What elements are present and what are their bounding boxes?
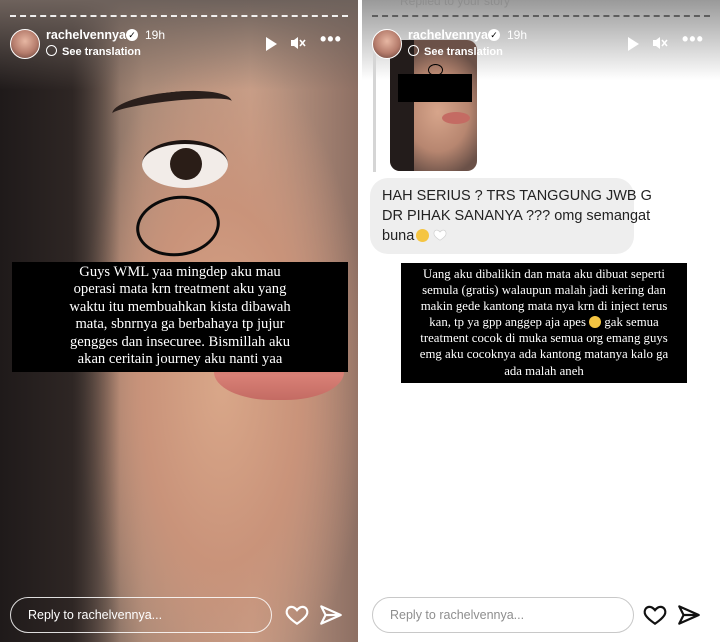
mute-icon[interactable] [290, 35, 306, 55]
story-timestamp: 19h [145, 28, 166, 42]
caption-line: operasi mata krn treatment aku yang [73, 281, 287, 298]
caption-line: ada malah aneh [504, 363, 584, 378]
caption-text: kan, tp ya gpp anggep aja apes [429, 315, 586, 330]
story-timestamp: 19h [507, 28, 528, 42]
avatar[interactable] [372, 29, 402, 59]
caption-line: waktu itu membuahkan kista dibawah [69, 298, 291, 315]
photo-iris [170, 148, 202, 180]
play-icon[interactable] [266, 37, 277, 51]
story-panel-right: Replied to your story rachelvennya ✓ 19h… [362, 0, 720, 642]
globe-icon [46, 45, 57, 56]
verified-badge-icon: ✓ [126, 29, 138, 41]
globe-icon [408, 45, 419, 56]
heart-icon[interactable] [284, 602, 310, 628]
heart-icon[interactable] [642, 602, 668, 628]
message-line: DR PIHAK SANANYA ??? omg semangat [382, 208, 651, 224]
username[interactable]: rachelvennya [46, 28, 126, 42]
story-panel-left: rachelvennya ✓ 19h See translation ••• G… [0, 0, 358, 642]
caption-line: akan ceritain journey aku nanti yaa [77, 351, 283, 368]
grimacing-face-emoji-icon [589, 316, 602, 329]
send-icon[interactable] [318, 602, 344, 628]
send-icon[interactable] [676, 602, 702, 628]
story-caption: Uang aku dibalikin dan mata aku dibuat s… [401, 263, 687, 383]
more-icon[interactable]: ••• [682, 30, 704, 48]
thumbnail-lips [442, 112, 470, 124]
caption-line: gengges dan insecuree. Bismillah aku [69, 333, 291, 350]
reply-input[interactable]: Reply to rachelvennya... [10, 597, 272, 633]
story-header: rachelvennya ✓ 19h See translation ••• [372, 25, 710, 61]
caption-line: Guys WML yaa mingdep aku mau [79, 264, 281, 280]
see-translation-label: See translation [62, 46, 141, 58]
story-progress-bar [10, 15, 348, 19]
more-icon[interactable]: ••• [320, 30, 342, 48]
story-header: rachelvennya ✓ 19h See translation ••• [10, 25, 348, 61]
message-line: HAH SERIUS ? TRS TANGGUNG JWB G [382, 188, 652, 204]
photo-eye [142, 140, 228, 188]
white-heart-emoji-icon [433, 229, 447, 241]
caption-line: semula (gratis) walaupun malah jadi keri… [422, 283, 666, 298]
story-progress-bar [372, 15, 710, 19]
caption-line: emg aku cocoknya ada kantong matanya kal… [419, 347, 669, 362]
reply-input[interactable]: Reply to rachelvennya... [372, 597, 634, 633]
caption-text: gak semua [601, 315, 659, 330]
message-text: buna [382, 228, 415, 244]
caption-line: treatment cocok di muka semua org emang … [420, 331, 668, 346]
story-caption: Guys WML yaa mingdep aku mau operasi mat… [12, 262, 348, 373]
username[interactable]: rachelvennya [408, 28, 488, 42]
verified-badge-icon: ✓ [488, 29, 500, 41]
thumbnail-caption [398, 74, 472, 102]
caption-line: makin gede kantong mata nya krn di injec… [420, 299, 668, 314]
see-translation-link[interactable]: See translation [408, 45, 503, 58]
pleading-face-emoji-icon [416, 229, 430, 242]
quote-line [373, 48, 376, 172]
play-icon[interactable] [628, 37, 639, 51]
see-translation-label: See translation [424, 46, 503, 58]
replied-to-story-label: Replied to your story [400, 0, 511, 8]
avatar[interactable] [10, 29, 40, 59]
message-line-last: buna [382, 226, 622, 246]
caption-line: Uang aku dibalikin dan mata aku dibuat s… [422, 267, 665, 281]
reply-message-bubble: HAH SERIUS ? TRS TANGGUNG JWB G DR PIHAK… [370, 178, 652, 254]
caption-line-with-emoji: kan, tp ya gpp anggep aja apes gak semua [405, 314, 683, 330]
mute-icon[interactable] [652, 35, 668, 55]
see-translation-link[interactable]: See translation [46, 45, 141, 58]
caption-line: mata, sbnrnya ga berbahaya tp jujur [75, 316, 285, 333]
